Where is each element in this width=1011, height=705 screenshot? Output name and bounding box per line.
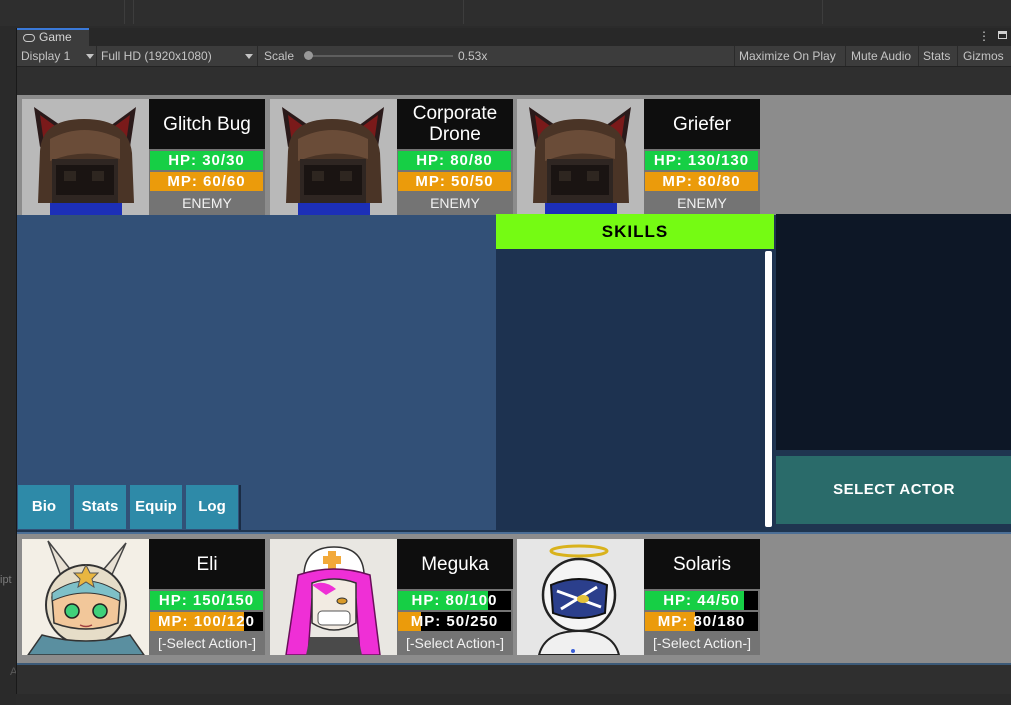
left-panel-fragment: ipt	[0, 574, 12, 586]
party-card[interactable]: Eli HP: 150/150 MP: 100/120 [-Select Act…	[22, 539, 265, 655]
editor-top-strip	[0, 0, 1011, 26]
mp-bar: MP: 80/80	[645, 172, 758, 191]
party-info: Solaris HP: 44/50 MP: 80/180 [-Select Ac…	[644, 539, 760, 655]
enemy-role-label: ENEMY	[430, 195, 480, 211]
party-info: Eli HP: 150/150 MP: 100/120 [-Select Act…	[149, 539, 265, 655]
hp-bar: HP: 30/30	[150, 151, 263, 170]
cat-eared-creature-icon	[270, 99, 397, 215]
party-info: Meguka HP: 80/100 MP: 50/250 [-Select Ac…	[397, 539, 513, 655]
hp-text: HP: 130/130	[653, 152, 750, 169]
haloed-astronaut-icon	[517, 539, 644, 655]
enemy-role-label: ENEMY	[182, 195, 232, 211]
log-tab-button[interactable]: Log	[186, 485, 238, 529]
editor-left-strip: ipt A	[0, 26, 17, 705]
select-action-label[interactable]: [-Select Action-]	[644, 632, 760, 655]
mp-text: MP: 80/180	[657, 613, 746, 630]
hp-bar: HP: 80/100	[398, 591, 511, 610]
select-action-label[interactable]: [-Select Action-]	[149, 632, 265, 655]
party-name: Eli	[149, 539, 265, 589]
resolution-dropdown[interactable]: Full HD (1920x1080)	[101, 46, 212, 66]
game-tab-label: Game	[39, 30, 72, 44]
more-options-icon[interactable]: ⋮	[978, 28, 990, 44]
enemy-card[interactable]: Griefer HP: 130/130 MP: 80/80 ENEMY	[517, 99, 760, 215]
bottom-status-bar	[17, 663, 1011, 694]
gamepad-icon	[23, 33, 35, 42]
maximize-icon[interactable]	[998, 31, 1007, 39]
cat-eared-creature-icon	[517, 99, 644, 215]
equip-tab-button[interactable]: Equip	[130, 485, 182, 529]
mp-bar: MP: 50/250	[398, 612, 511, 631]
party-name: Solaris	[644, 539, 760, 589]
party-card[interactable]: Solaris HP: 44/50 MP: 80/180 [-Select Ac…	[517, 539, 760, 655]
hp-text: HP: 80/80	[416, 152, 493, 169]
main-panel	[17, 215, 496, 530]
hp-bar: HP: 80/80	[398, 151, 511, 170]
mp-text: MP: 50/50	[415, 173, 494, 190]
scale-label: Scale	[264, 49, 295, 63]
hp-bar: HP: 130/130	[645, 151, 758, 170]
cat-eared-creature-icon	[22, 99, 149, 215]
game-tab-bar: Game ⋮	[17, 28, 1011, 46]
enemy-name: Corporate Drone	[397, 99, 513, 149]
scale-value: 0.53x	[458, 49, 488, 63]
gizmos-toggle[interactable]: Gizmos	[963, 46, 1004, 66]
mp-text: MP: 100/120	[158, 613, 255, 630]
mp-bar: MP: 50/50	[398, 172, 511, 191]
hp-bar: HP: 150/150	[150, 591, 263, 610]
enemy-info: Glitch Bug HP: 30/30 MP: 60/60 ENEMY	[149, 99, 265, 215]
game-window: Game ⋮ Display 1 Full HD (1920x1080) Sca…	[16, 28, 1011, 694]
detail-panel	[776, 214, 1011, 450]
party-card[interactable]: Meguka HP: 80/100 MP: 50/250 [-Select Ac…	[270, 539, 513, 655]
skills-list[interactable]	[496, 249, 774, 530]
party-name: Meguka	[397, 539, 513, 589]
mp-text: MP: 60/60	[167, 173, 246, 190]
hp-text: HP: 44/50	[663, 592, 740, 609]
party-row: Eli HP: 150/150 MP: 100/120 [-Select Act…	[17, 532, 1011, 663]
tab-row-divider	[239, 485, 241, 530]
skills-header: SKILLS	[496, 214, 774, 249]
enemy-info: Corporate Drone HP: 80/80 MP: 50/50 ENEM…	[397, 99, 513, 215]
resolution-dropdown-arrow-icon[interactable]	[245, 54, 253, 59]
mp-bar: MP: 100/120	[150, 612, 263, 631]
stats-tab-button[interactable]: Stats	[74, 485, 126, 529]
mp-text: MP: 50/250	[410, 613, 499, 630]
bio-tab-button[interactable]: Bio	[18, 485, 70, 529]
maximize-on-play-toggle[interactable]: Maximize On Play	[739, 46, 836, 66]
enemy-name: Griefer	[644, 99, 760, 149]
bunny-helmet-girl-icon	[22, 539, 149, 655]
hp-text: HP: 150/150	[158, 592, 255, 609]
mp-bar: MP: 80/180	[645, 612, 758, 631]
hp-bar: HP: 44/50	[645, 591, 758, 610]
game-toolbar: Display 1 Full HD (1920x1080) Scale 0.53…	[17, 46, 1011, 67]
enemy-role-label: ENEMY	[677, 195, 727, 211]
hp-text: HP: 80/100	[411, 592, 498, 609]
letterbox-top	[17, 67, 1011, 95]
enemy-row: Glitch Bug HP: 30/30 MP: 60/60 ENEMY Cor…	[17, 95, 1011, 215]
mute-audio-toggle[interactable]: Mute Audio	[851, 46, 911, 66]
hp-text: HP: 30/30	[168, 152, 245, 169]
mp-text: MP: 80/80	[662, 173, 741, 190]
enemy-card[interactable]: Corporate Drone HP: 80/80 MP: 50/50 ENEM…	[270, 99, 513, 215]
enemy-card[interactable]: Glitch Bug HP: 30/30 MP: 60/60 ENEMY	[22, 99, 265, 215]
game-tab[interactable]: Game	[17, 28, 89, 46]
scale-slider-thumb[interactable]	[304, 51, 313, 60]
scale-slider[interactable]	[307, 55, 453, 57]
game-viewport: Glitch Bug HP: 30/30 MP: 60/60 ENEMY Cor…	[17, 95, 1011, 663]
mp-bar: MP: 60/60	[150, 172, 263, 191]
nurse-girl-icon	[270, 539, 397, 655]
skills-scrollbar[interactable]	[765, 251, 772, 527]
select-action-label[interactable]: [-Select Action-]	[397, 632, 513, 655]
enemy-name: Glitch Bug	[149, 99, 265, 149]
enemy-info: Griefer HP: 130/130 MP: 80/80 ENEMY	[644, 99, 760, 215]
stats-toggle[interactable]: Stats	[923, 46, 950, 66]
select-actor-button[interactable]: SELECT ACTOR	[776, 456, 1011, 524]
display-dropdown-arrow-icon[interactable]	[86, 54, 94, 59]
display-dropdown[interactable]: Display 1	[21, 46, 70, 66]
